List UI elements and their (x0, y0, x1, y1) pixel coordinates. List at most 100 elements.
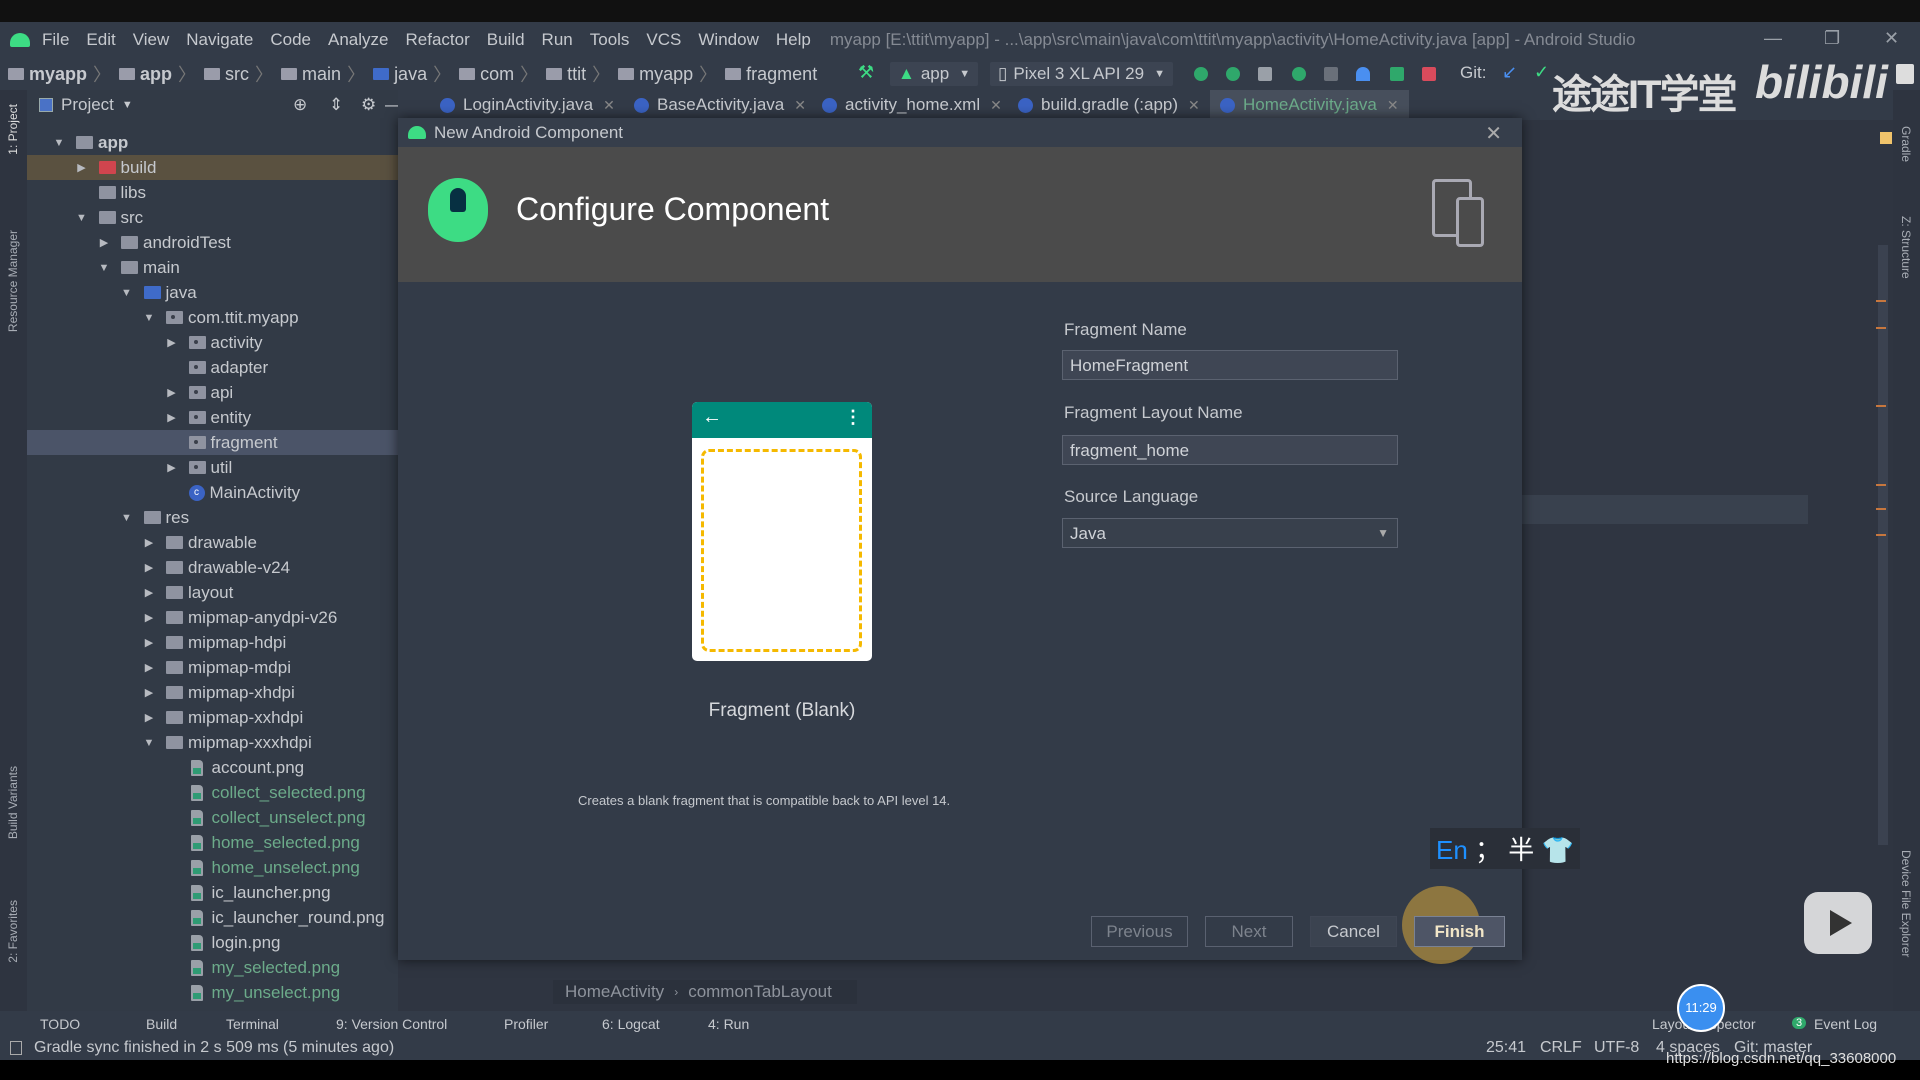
resource-manager-button[interactable]: Resource Manager (6, 230, 20, 332)
sync-icon[interactable] (1258, 67, 1272, 81)
layout-name-input[interactable]: fragment_home (1062, 435, 1398, 465)
run-tool-button[interactable]: 4: Run (708, 1016, 749, 1032)
breadcrumb-class[interactable]: HomeActivity (565, 982, 664, 1002)
attach-debugger-icon[interactable] (1390, 67, 1404, 81)
git-commit-icon[interactable]: ✓ (1534, 62, 1549, 83)
previous-button[interactable]: Previous (1091, 916, 1188, 947)
menu-run[interactable]: Run (542, 30, 573, 50)
editor-scrollbar[interactable] (1878, 245, 1888, 845)
chevron-down-icon[interactable]: ▼ (120, 287, 134, 299)
tree-item[interactable]: ▼ mipmap-xxxhdpi (27, 730, 398, 755)
git-update-icon[interactable]: ↙ (1502, 62, 1517, 83)
tree-item[interactable]: ▼ res (27, 505, 398, 530)
tree-item[interactable]: account.png (27, 755, 398, 780)
error-stripe-mark[interactable] (1876, 508, 1886, 510)
next-button[interactable]: Next (1205, 916, 1293, 947)
editor-tab[interactable]: HomeActivity.java ✕ (1210, 90, 1409, 120)
tree-item[interactable]: ▶ androidTest (27, 230, 398, 255)
tree-item[interactable]: ▶ entity (27, 405, 398, 430)
build-tool-button[interactable]: Build (146, 1016, 177, 1032)
chevron-down-icon[interactable]: ▼ (142, 312, 156, 324)
fragment-name-input[interactable]: HomeFragment (1062, 350, 1398, 380)
close-tab-icon[interactable]: ✕ (1188, 97, 1200, 114)
editor-tab[interactable]: LoginActivity.java ✕ (430, 90, 625, 120)
error-stripe-mark[interactable] (1876, 534, 1886, 536)
tree-item[interactable]: my_selected.png (27, 955, 398, 980)
tree-item[interactable]: ▼ src (27, 205, 398, 230)
error-stripe-mark[interactable] (1876, 327, 1886, 329)
dialog-close-button[interactable]: ✕ (1485, 121, 1502, 146)
menu-vcs[interactable]: VCS (646, 30, 681, 50)
gear-icon[interactable]: ⚙ (361, 95, 376, 115)
menu-navigate[interactable]: Navigate (186, 30, 253, 50)
tree-item[interactable]: ▶ mipmap-hdpi (27, 630, 398, 655)
gradle-tool-button[interactable]: Gradle (1899, 126, 1913, 162)
account-icon[interactable] (1896, 64, 1914, 84)
tree-item[interactable]: ▶ drawable-v24 (27, 555, 398, 580)
tree-item[interactable]: ic_launcher_round.png (27, 905, 398, 930)
menu-analyze[interactable]: Analyze (328, 30, 388, 50)
restore-button[interactable]: ❐ (1824, 28, 1840, 49)
chevron-right-icon[interactable]: ▶ (142, 561, 156, 574)
breadcrumb-item[interactable]: myapp 〉 (610, 61, 717, 87)
tree-item[interactable]: ▶ layout (27, 580, 398, 605)
structure-tool-button[interactable]: Z: Structure (1899, 216, 1913, 279)
tree-item[interactable]: ▶ mipmap-anydpi-v26 (27, 605, 398, 630)
project-view-select[interactable]: Project (61, 95, 114, 115)
tree-item[interactable]: my_unselect.png (27, 980, 398, 1005)
tree-item[interactable]: ▼ main (27, 255, 398, 280)
run-config-select[interactable]: ▲ app ▼ (890, 62, 979, 86)
finish-button[interactable]: Finish (1414, 916, 1505, 947)
minimize-button[interactable]: — (1764, 28, 1782, 49)
todo-tool-button[interactable]: TODO (40, 1016, 80, 1032)
tree-item[interactable]: home_unselect.png (27, 855, 398, 880)
close-tab-icon[interactable]: ✕ (794, 97, 806, 114)
breadcrumb-item[interactable]: com 〉 (451, 61, 538, 87)
locate-icon[interactable]: ⊕ (293, 95, 307, 115)
profile-icon[interactable] (1356, 67, 1370, 81)
chevron-right-icon[interactable]: ▶ (165, 411, 179, 424)
error-stripe-mark[interactable] (1876, 300, 1886, 302)
collapse-all-icon[interactable]: ⇕ (329, 95, 343, 115)
chevron-right-icon[interactable]: ▶ (142, 661, 156, 674)
close-tab-icon[interactable]: ✕ (990, 97, 1002, 114)
chevron-down-icon[interactable]: ▼ (142, 737, 156, 749)
menu-help[interactable]: Help (776, 30, 811, 50)
apply-code-changes-icon[interactable] (1226, 67, 1240, 81)
chevron-down-icon[interactable]: ▼ (52, 137, 66, 149)
apply-changes-icon[interactable] (1194, 67, 1208, 81)
tree-item[interactable]: ▶ mipmap-mdpi (27, 655, 398, 680)
editor-tab[interactable]: build.gradle (:app) ✕ (1008, 90, 1210, 120)
chevron-right-icon[interactable]: ▶ (165, 461, 179, 474)
tree-item[interactable]: ▶ util (27, 455, 398, 480)
tree-item[interactable]: ▶ mipmap-xhdpi (27, 680, 398, 705)
make-project-icon[interactable]: ⚒ (858, 62, 874, 82)
chevron-right-icon[interactable]: ▶ (142, 611, 156, 624)
chevron-down-icon[interactable]: ▼ (122, 99, 133, 111)
tree-item[interactable]: ▶ mipmap-xxhdpi (27, 705, 398, 730)
close-tab-icon[interactable]: ✕ (1387, 97, 1399, 114)
menu-file[interactable]: File (42, 30, 69, 50)
version-control-tool-button[interactable]: 9: Version Control (336, 1016, 447, 1032)
caret-position[interactable]: 25:41 (1486, 1039, 1526, 1057)
tree-item[interactable]: ▶ drawable (27, 530, 398, 555)
breadcrumb-item[interactable]: main 〉 (273, 61, 365, 87)
device-select[interactable]: ▯ Pixel 3 XL API 29 ▼ (990, 62, 1173, 86)
stop-icon[interactable] (1422, 67, 1436, 81)
chevron-down-icon[interactable]: ▼ (75, 212, 89, 224)
tree-item[interactable]: collect_unselect.png (27, 805, 398, 830)
cancel-button[interactable]: Cancel (1310, 916, 1397, 947)
tree-item[interactable]: ▼ com.ttit.myapp (27, 305, 398, 330)
tree-item[interactable]: libs (27, 180, 398, 205)
tree-item[interactable]: ic_launcher.png (27, 880, 398, 905)
breadcrumb-item[interactable]: fragment (717, 61, 817, 87)
menu-code[interactable]: Code (270, 30, 311, 50)
menu-view[interactable]: View (133, 30, 170, 50)
tool-windows-toggle-icon[interactable] (10, 1041, 22, 1055)
logcat-tool-button[interactable]: 6: Logcat (602, 1016, 660, 1032)
build-variants-button[interactable]: Build Variants (6, 766, 20, 839)
breadcrumb-item[interactable]: src 〉 (196, 61, 273, 87)
breadcrumb-field[interactable]: commonTabLayout (688, 982, 832, 1002)
chevron-right-icon[interactable]: ▶ (142, 586, 156, 599)
editor-tab[interactable]: BaseActivity.java ✕ (624, 90, 816, 120)
